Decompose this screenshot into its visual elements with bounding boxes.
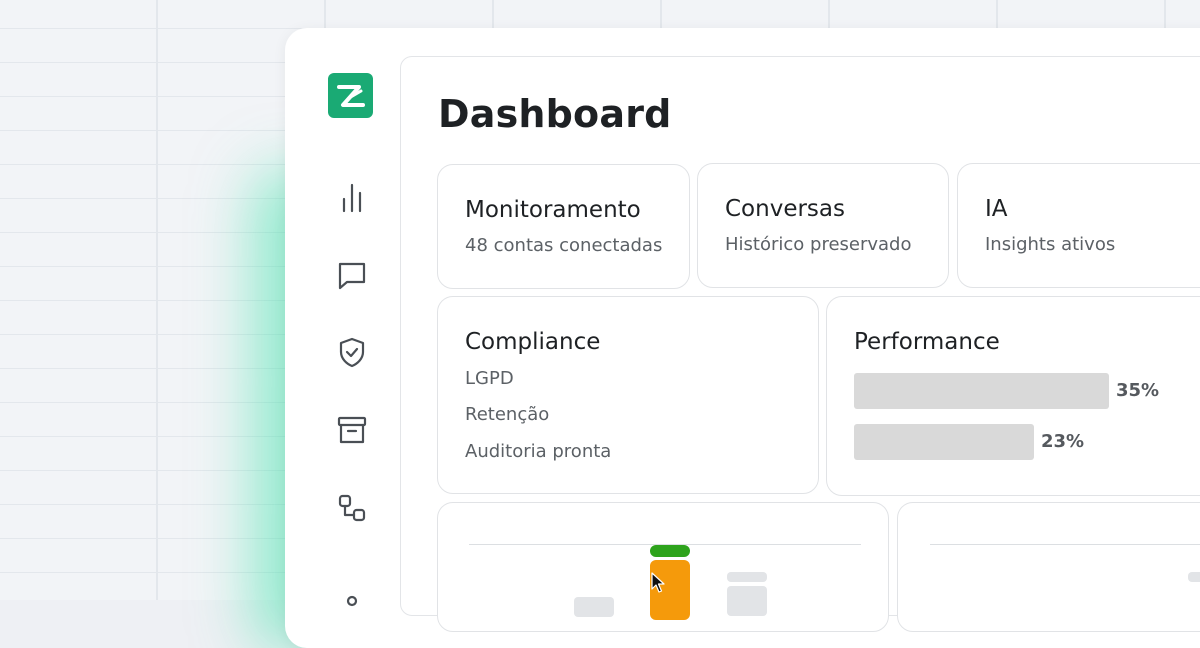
partial-icon [346, 595, 358, 607]
compliance-item-lgpd: LGPD [465, 368, 514, 389]
card-title: Compliance [465, 329, 601, 355]
nav-item-more[interactable] [334, 585, 370, 621]
chart-gridline [930, 544, 1200, 545]
nav-item-archive[interactable] [334, 412, 370, 448]
card-title: IA [985, 196, 1008, 222]
card-monitoramento[interactable]: Monitoramento 48 contas conectadas [437, 164, 690, 289]
mouse-cursor-icon [651, 572, 665, 593]
logo-mark-icon [336, 84, 365, 107]
chat-icon [338, 262, 366, 290]
card-title: Performance [854, 329, 1000, 355]
app-logo[interactable] [328, 73, 373, 118]
chart-column-gray-cap [1188, 572, 1200, 582]
card-performance[interactable]: Performance 35% 23% [826, 296, 1200, 496]
card-subtitle: Insights ativos [985, 234, 1116, 255]
bar-chart-icon [342, 183, 362, 213]
card-subtitle: Histórico preservado [725, 234, 912, 255]
shield-check-icon [339, 337, 365, 368]
workflow-icon [338, 494, 366, 522]
nav-item-workflows[interactable] [334, 490, 370, 526]
card-subtitle: 48 contas conectadas [465, 235, 663, 256]
performance-bar-2 [854, 424, 1034, 460]
performance-value-2: 23% [1041, 431, 1085, 452]
performance-value-1: 35% [1116, 380, 1160, 401]
chart-column-gray-2-cap [727, 572, 767, 582]
card-chart-right[interactable] [897, 502, 1200, 632]
archive-icon [337, 416, 367, 444]
nav-item-analytics[interactable] [334, 179, 370, 215]
chart-column-gray-2 [727, 586, 767, 616]
card-title: Conversas [725, 196, 845, 222]
chart-column-gray-1 [574, 597, 614, 617]
compliance-item-retencao: Retenção [465, 404, 550, 425]
page-title: Dashboard [438, 92, 672, 136]
card-ia[interactable]: IA Insights ativos [957, 163, 1200, 288]
card-conversas[interactable]: Conversas Histórico preservado [697, 163, 949, 288]
nav-item-conversations[interactable] [334, 257, 370, 293]
card-chart-left[interactable] [437, 502, 889, 632]
compliance-item-auditoria: Auditoria pronta [465, 441, 612, 462]
card-title: Monitoramento [465, 197, 641, 223]
performance-bar-1 [854, 373, 1109, 409]
card-compliance[interactable]: Compliance LGPD Retenção Auditoria pront… [437, 296, 819, 494]
chart-column-green-cap [650, 545, 690, 557]
nav-item-compliance[interactable] [334, 334, 370, 370]
